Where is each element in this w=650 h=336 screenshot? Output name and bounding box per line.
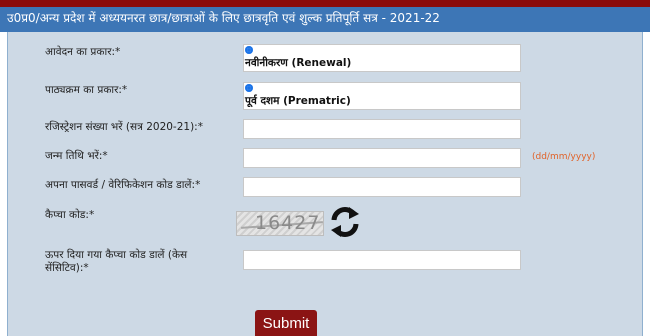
application-type-radio[interactable]: [245, 46, 253, 54]
submit-button[interactable]: Submit: [255, 310, 317, 336]
course-type-label: पाठ्यक्रम का प्रकार:*: [45, 84, 128, 96]
captcha-input-label: ऊपर दिया गया कैप्चा कोड डालें (केस सेंसि…: [45, 249, 188, 274]
password-label: अपना पासवर्ड / वेरिफिकेशन कोड डालें:*: [45, 179, 201, 191]
course-type-value: पूर्व दशम (Prematric): [245, 95, 351, 107]
page-header: उ0प्र0/अन्य प्रदेश में अध्ययनरत छात्र/छा…: [0, 7, 650, 32]
course-type-radio[interactable]: [245, 84, 253, 92]
login-form-panel: आवेदन का प्रकार:* नवीनीकरण (Renewal) पाठ…: [7, 32, 643, 336]
application-type-option[interactable]: नवीनीकरण (Renewal): [243, 44, 521, 72]
date-of-birth-label: जन्म तिथि भरें:*: [45, 150, 108, 162]
registration-number-label: रजिस्ट्रेशन संख्या भरें (सत्र 2020-21):*: [45, 121, 203, 133]
date-format-hint: (dd/mm/yyyy): [532, 152, 596, 162]
top-accent-bar: [0, 0, 650, 7]
course-type-option[interactable]: पूर्व दशम (Prematric): [243, 82, 521, 110]
application-type-label: आवेदन का प्रकार:*: [45, 46, 121, 58]
application-type-value: नवीनीकरण (Renewal): [245, 57, 352, 69]
captcha-code: 16427: [255, 212, 321, 234]
page-title: उ0प्र0/अन्य प्रदेश में अध्ययनरत छात्र/छा…: [7, 11, 440, 25]
registration-number-input[interactable]: [243, 119, 521, 139]
captcha-input[interactable]: [243, 250, 521, 270]
date-of-birth-input[interactable]: [243, 148, 521, 168]
password-input[interactable]: [243, 177, 521, 197]
captcha-label: कैप्चा कोड:*: [45, 209, 95, 221]
refresh-icon[interactable]: [327, 204, 363, 240]
captcha-image: 16427: [236, 211, 324, 236]
